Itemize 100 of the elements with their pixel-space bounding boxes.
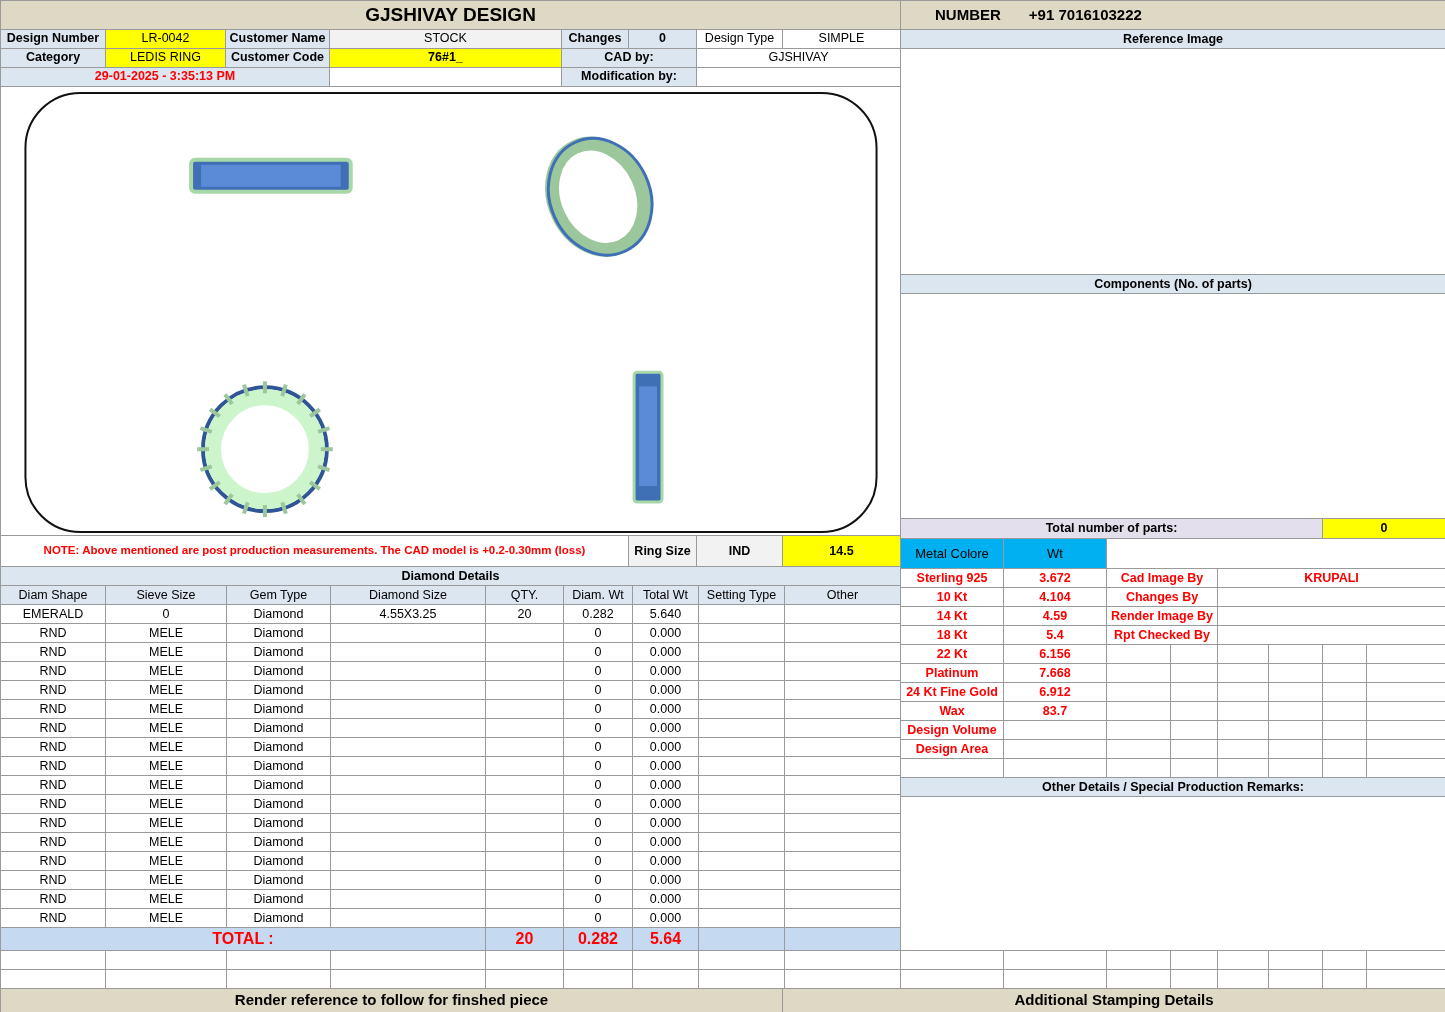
table-cell: 0.000 bbox=[633, 662, 699, 681]
table-cell: Diamond bbox=[227, 719, 331, 738]
sheet-title: GJSHIVAY DESIGN bbox=[1, 1, 901, 30]
column-header: Gem Type bbox=[227, 586, 331, 605]
field-label: Ring Size bbox=[629, 535, 697, 568]
field-value: 14.5 bbox=[783, 535, 901, 568]
column-header: Total Wt bbox=[633, 586, 699, 605]
table-cell: MELE bbox=[106, 643, 227, 662]
table-cell: RND bbox=[1, 700, 106, 719]
empty-cell bbox=[1107, 664, 1171, 683]
table-cell: 0.000 bbox=[633, 643, 699, 662]
empty-cell bbox=[1171, 702, 1218, 721]
table-cell: MELE bbox=[106, 738, 227, 757]
metal-name: Wax bbox=[901, 702, 1004, 721]
table-cell: MELE bbox=[106, 890, 227, 909]
empty-cell bbox=[1269, 683, 1323, 702]
credit-label: Changes By bbox=[1107, 588, 1218, 607]
table-cell: RND bbox=[1, 852, 106, 871]
table-cell: 0.000 bbox=[633, 814, 699, 833]
table-cell: RND bbox=[1, 757, 106, 776]
section-heading: Reference Image bbox=[901, 30, 1445, 49]
table-cell: 0.000 bbox=[633, 833, 699, 852]
table-cell: 0.000 bbox=[633, 852, 699, 871]
table-cell: Diamond bbox=[227, 814, 331, 833]
table-cell: 0.000 bbox=[633, 795, 699, 814]
empty-cell bbox=[1218, 951, 1269, 970]
table-cell: RND bbox=[1, 795, 106, 814]
column-header: Diam. Wt bbox=[564, 586, 633, 605]
table-cell: 0 bbox=[564, 814, 633, 833]
metal-weight: 4.59 bbox=[1004, 607, 1107, 626]
footer-heading: Additional Stamping Details bbox=[783, 989, 1445, 1012]
table-cell: 0 bbox=[564, 681, 633, 700]
total-label: TOTAL : bbox=[1, 928, 486, 951]
table-cell: MELE bbox=[106, 624, 227, 643]
table-cell: MELE bbox=[106, 662, 227, 681]
table-cell: MELE bbox=[106, 833, 227, 852]
table-cell: MELE bbox=[106, 681, 227, 700]
credit-label: Rpt Checked By bbox=[1107, 626, 1218, 645]
table-cell: Diamond bbox=[227, 776, 331, 795]
table-cell: 5.640 bbox=[633, 605, 699, 624]
table-cell: MELE bbox=[106, 795, 227, 814]
empty-cell bbox=[1323, 645, 1367, 664]
table-cell: 0 bbox=[564, 795, 633, 814]
metal-name: Design Area bbox=[901, 740, 1004, 759]
table-cell: Diamond bbox=[227, 852, 331, 871]
empty-cell bbox=[1218, 683, 1269, 702]
table-cell: 20 bbox=[486, 605, 564, 624]
table-cell: EMERALD bbox=[1, 605, 106, 624]
table-cell: 0.000 bbox=[633, 700, 699, 719]
table-cell: 4.55X3.25 bbox=[331, 605, 486, 624]
table-cell: 0 bbox=[564, 890, 633, 909]
empty-cell bbox=[1171, 645, 1218, 664]
empty-cell bbox=[1323, 702, 1367, 721]
table-cell: Diamond bbox=[227, 738, 331, 757]
metal-name: 24 Kt Fine Gold bbox=[901, 683, 1004, 702]
table-cell: 0 bbox=[564, 871, 633, 890]
empty-cell bbox=[1269, 740, 1323, 759]
table-cell: RND bbox=[1, 890, 106, 909]
table-cell: Diamond bbox=[227, 624, 331, 643]
column-header: Setting Type bbox=[699, 586, 785, 605]
table-cell: 0.000 bbox=[633, 871, 699, 890]
phone-number: +91 7016103222 bbox=[1028, 4, 1142, 25]
table-cell: RND bbox=[1, 643, 106, 662]
empty-cell bbox=[1107, 702, 1171, 721]
table-cell: MELE bbox=[106, 776, 227, 795]
empty-cell bbox=[1218, 702, 1269, 721]
metal-weight: 6.156 bbox=[1004, 645, 1107, 664]
column-header: Other bbox=[785, 586, 901, 605]
total-value: 20 bbox=[486, 928, 564, 951]
table-cell: MELE bbox=[106, 700, 227, 719]
empty-cell bbox=[1269, 951, 1323, 970]
table-cell: Diamond bbox=[227, 643, 331, 662]
table-cell: RND bbox=[1, 871, 106, 890]
table-cell: 0.000 bbox=[633, 757, 699, 776]
empty-cell bbox=[1323, 740, 1367, 759]
empty-cell bbox=[1171, 664, 1218, 683]
column-header: QTY. bbox=[486, 586, 564, 605]
section-heading: Components (No. of parts) bbox=[901, 275, 1445, 294]
empty-cell bbox=[1323, 951, 1367, 970]
column-header: Metal Colore bbox=[901, 539, 1004, 569]
metal-name: Sterling 925 bbox=[901, 569, 1004, 588]
field-label: Total number of parts: bbox=[901, 519, 1323, 539]
metal-weight: 7.668 bbox=[1004, 664, 1107, 683]
metal-name: 10 Kt bbox=[901, 588, 1004, 607]
credit-label: Render Image By bbox=[1107, 607, 1218, 626]
table-cell: RND bbox=[1, 681, 106, 700]
table-cell: RND bbox=[1, 662, 106, 681]
table-cell: RND bbox=[1, 833, 106, 852]
table-cell: 0 bbox=[564, 719, 633, 738]
column-header: Diamond Size bbox=[331, 586, 486, 605]
footer-heading: Render reference to follow for finshed piece bbox=[1, 989, 783, 1012]
empty-cell bbox=[1218, 645, 1269, 664]
section-heading: Diamond Details bbox=[1, 567, 901, 586]
table-cell: MELE bbox=[106, 719, 227, 738]
table-cell: 0.000 bbox=[633, 776, 699, 795]
empty-cell bbox=[1171, 740, 1218, 759]
credit-value: KRUPALI bbox=[1218, 569, 1445, 588]
table-cell: 0.282 bbox=[564, 605, 633, 624]
section-heading: Other Details / Special Production Remarks: bbox=[901, 778, 1445, 797]
field-value: GJSHIVAY bbox=[697, 48, 901, 68]
